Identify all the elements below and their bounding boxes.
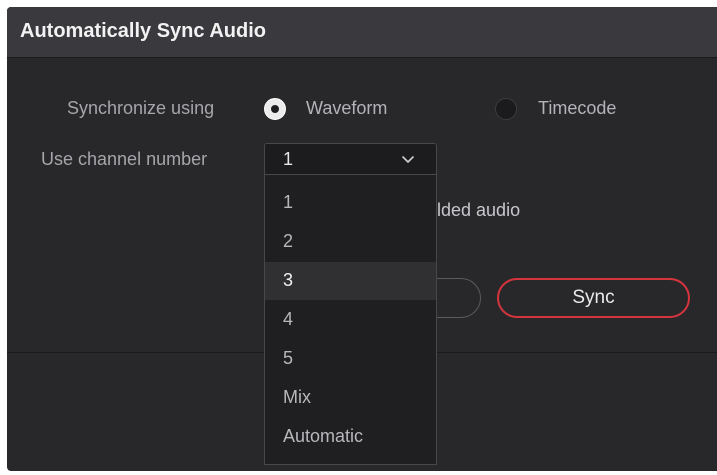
channel-dropdown-list: 1 2 3 4 5 Mix Automatic [264, 175, 437, 465]
timecode-label[interactable]: Timecode [538, 98, 616, 119]
embedded-audio-option-text: lded audio [437, 200, 521, 220]
channel-option-label: Automatic [283, 426, 364, 446]
channel-option-label: 5 [283, 348, 294, 368]
auto-sync-audio-dialog: Automatically Sync Audio Synchronize usi… [7, 7, 717, 471]
channel-option-label: Mix [283, 387, 311, 407]
screenshot-frame: Automatically Sync Audio Synchronize usi… [0, 0, 717, 475]
channel-option-2[interactable]: 2 [265, 223, 436, 261]
radio-selected-dot [271, 105, 279, 113]
waveform-label[interactable]: Waveform [306, 98, 387, 119]
channel-option-label: 3 [283, 270, 294, 290]
dialog-titlebar: Automatically Sync Audio [7, 7, 717, 58]
waveform-radio[interactable] [264, 98, 286, 120]
channel-option-3[interactable]: 3 [265, 262, 436, 300]
chevron-down-icon [402, 156, 414, 163]
channel-number-select[interactable]: 1 [264, 143, 437, 175]
channel-option-mix[interactable]: Mix [265, 379, 436, 417]
timecode-radio[interactable] [495, 98, 517, 120]
channel-option-5[interactable]: 5 [265, 340, 436, 378]
channel-number-label: Use channel number [41, 149, 208, 169]
channel-option-automatic[interactable]: Automatic [265, 418, 436, 456]
channel-option-label: 2 [283, 231, 294, 251]
channel-option-4[interactable]: 4 [265, 301, 436, 339]
channel-select-value: 1 [283, 149, 294, 169]
sync-button[interactable]: Sync [497, 278, 690, 318]
dialog-title: Automatically Sync Audio [20, 20, 266, 42]
channel-option-1[interactable]: 1 [265, 184, 436, 222]
synchronize-using-label: Synchronize using [67, 98, 215, 118]
channel-option-label: 4 [283, 309, 294, 329]
channel-option-label: 1 [283, 192, 294, 212]
